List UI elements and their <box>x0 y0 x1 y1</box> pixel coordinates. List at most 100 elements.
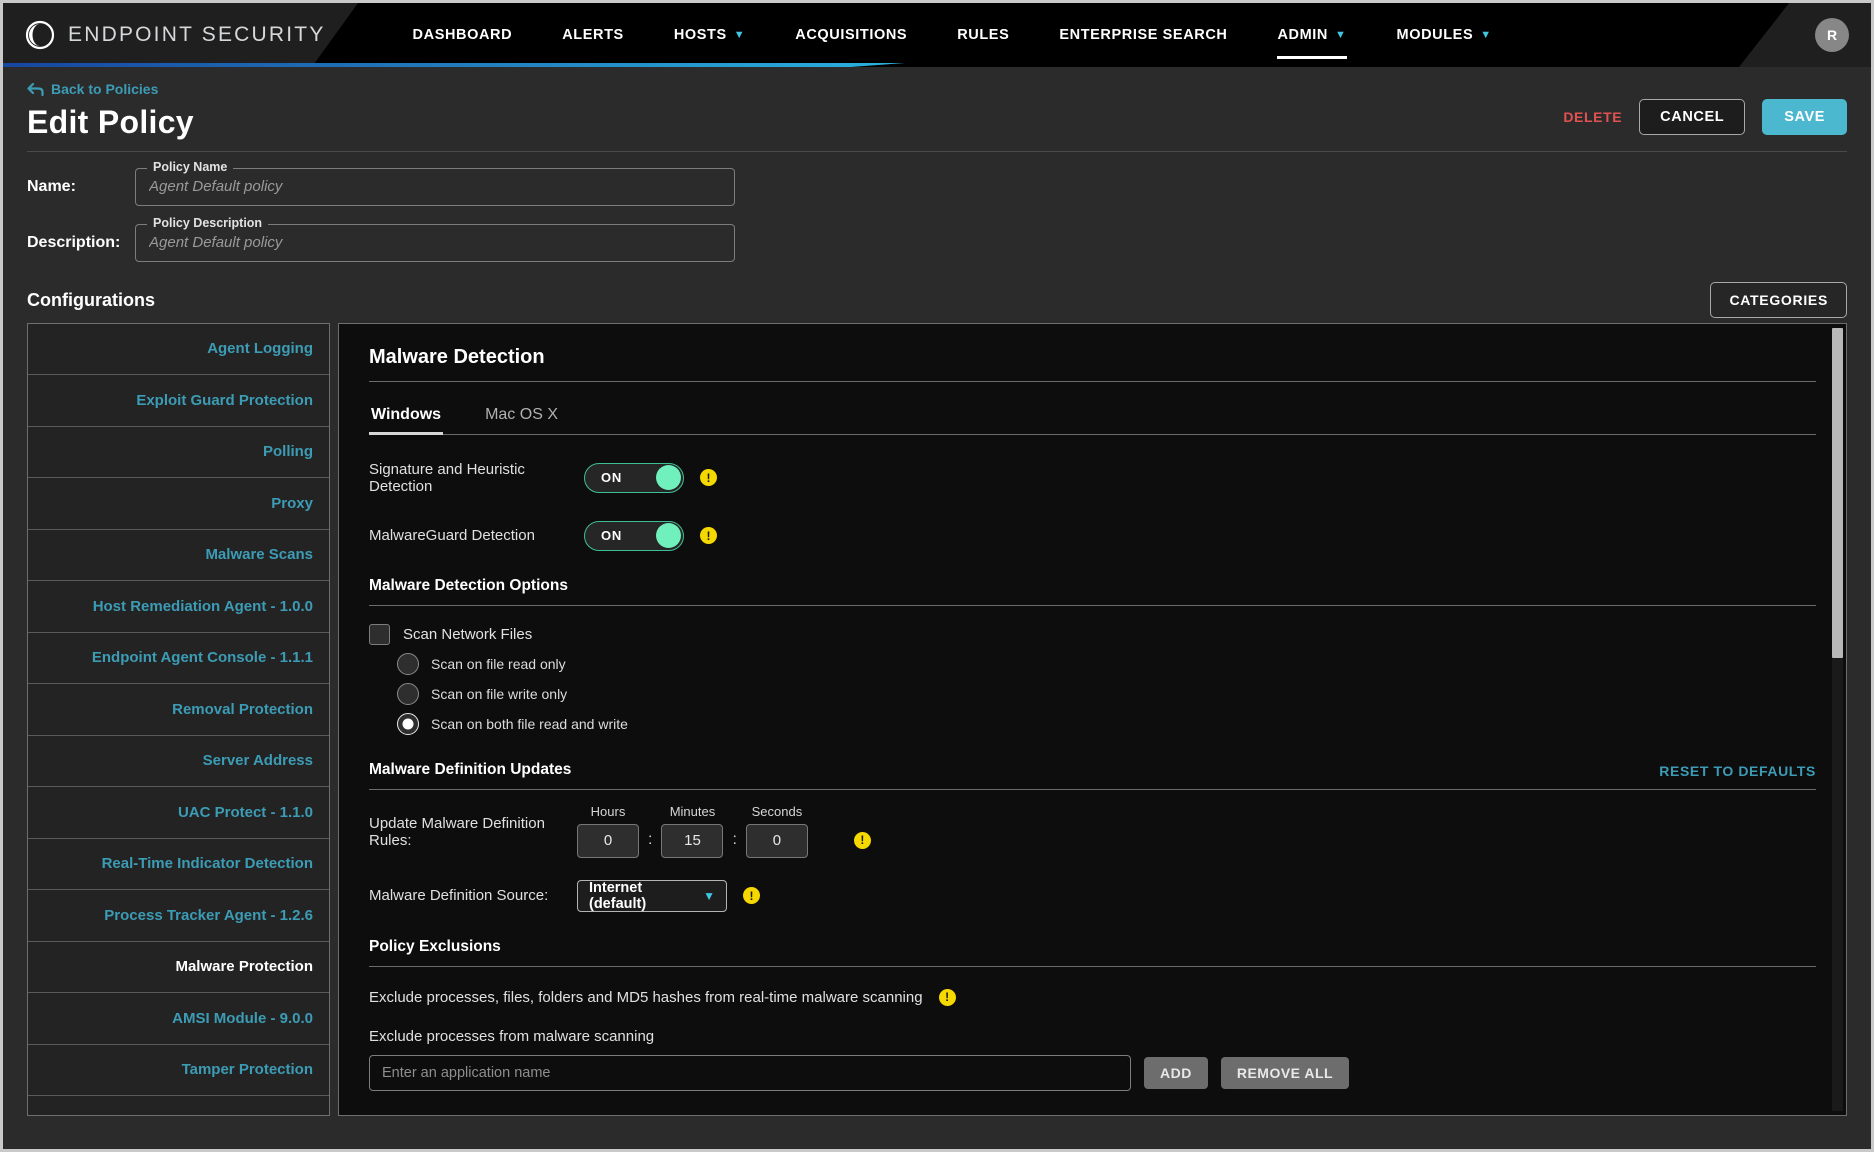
page-header: Back to Policies Edit Policy DELETE CANC… <box>3 67 1871 141</box>
nav-item-dashboard[interactable]: DASHBOARD <box>388 3 538 67</box>
nav-item-alerts[interactable]: ALERTS <box>537 3 649 67</box>
warning-icon[interactable]: ! <box>853 831 871 849</box>
time-separator: : <box>648 830 653 848</box>
hours-column: Hours <box>577 804 639 858</box>
time-separator: : <box>732 830 737 848</box>
sidebar-item-polling[interactable]: Polling <box>28 426 329 478</box>
warning-icon[interactable]: ! <box>700 469 717 486</box>
policy-name-fieldset: Policy Name <box>135 159 735 206</box>
nav-item-label: DASHBOARD <box>412 27 513 43</box>
tab-windows[interactable]: Windows <box>369 400 463 435</box>
sidebar-item-proxy[interactable]: Proxy <box>28 478 329 530</box>
update-definition-rules-row: Update Malware Definition Rules: Hours :… <box>369 804 1816 858</box>
nav-item-modules[interactable]: MODULES ▼ <box>1372 3 1517 67</box>
signature-heuristic-detection-label: Signature and Heuristic Detection <box>369 460 525 495</box>
warning-icon[interactable]: ! <box>700 527 717 544</box>
malware-detection-panel: Malware Detection Windows Mac OS X Signa… <box>338 322 1847 1116</box>
sidebar-item-label: Malware Scans <box>205 546 313 564</box>
sidebar-item-process-tracker-agent[interactable]: Process Tracker Agent - 1.2.6 <box>28 890 329 942</box>
sidebar-item-label: Host Remediation Agent - 1.0.0 <box>92 597 313 615</box>
scan-on-both-read-write-radio[interactable] <box>397 712 419 735</box>
sidebar-item-label: UAC Protect - 1.1.0 <box>177 803 313 821</box>
malwareguard-detection-row: MalwareGuard Detection ON ! <box>369 520 1816 551</box>
policy-description-input[interactable] <box>149 234 721 251</box>
categories-button[interactable]: CATEGORIES <box>1710 281 1847 318</box>
sidebar-item-label: Process Tracker Agent - 1.2.6 <box>104 906 313 924</box>
seconds-column: Seconds <box>745 804 808 858</box>
warning-icon[interactable]: ! <box>743 887 760 904</box>
cancel-button[interactable]: CANCEL <box>1639 99 1746 135</box>
configurations-list[interactable]: Agent Logging Exploit Guard Protection P… <box>27 322 330 1116</box>
nav-items: DASHBOARD ALERTS HOSTS ▼ ACQUISITIONS RUL… <box>388 3 1517 67</box>
sidebar-item-label: Exploit Guard Protection <box>136 391 313 409</box>
update-definition-rules-label: Update Malware Definition Rules: <box>369 814 545 849</box>
sidebar-item-endpoint-agent-console[interactable]: Endpoint Agent Console - 1.1.1 <box>28 632 329 684</box>
sidebar-item-host-remediation-agent[interactable]: Host Remediation Agent - 1.0.0 <box>28 581 329 633</box>
chevron-down-icon: ▼ <box>703 888 715 903</box>
malwareguard-detection-toggle[interactable]: ON <box>584 520 684 551</box>
nav-item-enterprise-search[interactable]: ENTERPRISE SEARCH <box>1034 3 1252 67</box>
scan-on-file-read-only-radio[interactable] <box>397 652 419 675</box>
save-button[interactable]: SAVE <box>1762 99 1847 135</box>
chevron-down-icon: ▼ <box>1480 28 1492 41</box>
malware-definition-source-label: Malware Definition Source: <box>369 887 549 904</box>
toggle-knob <box>656 465 681 490</box>
sidebar-item-label: Server Address <box>202 752 313 770</box>
sidebar-item-amsi-module[interactable]: AMSI Module - 9.0.0 <box>28 993 329 1045</box>
signature-heuristic-detection-toggle[interactable]: ON <box>584 462 684 493</box>
malware-definition-source-select[interactable]: Internet (default) ▼ <box>577 879 727 912</box>
sidebar-item-server-address[interactable]: Server Address <box>28 735 329 787</box>
nav-item-label: ACQUISITIONS <box>795 27 908 43</box>
sidebar-item-real-time-indicator-detection[interactable]: Real-Time Indicator Detection <box>28 838 329 890</box>
policy-name-input[interactable] <box>149 178 721 195</box>
brand[interactable]: ENDPOINT SECURITY <box>25 20 326 50</box>
sidebar-item-exploit-guard-protection[interactable]: Exploit Guard Protection <box>28 375 329 427</box>
scan-on-file-write-only-radio[interactable] <box>397 682 419 705</box>
nav-item-admin[interactable]: ADMIN ▼ <box>1252 3 1371 67</box>
nav-right-shape <box>1739 3 1871 67</box>
scan-on-file-write-only-row: Scan on file write only <box>397 682 1816 705</box>
panel-scrollbar[interactable] <box>1832 327 1843 1111</box>
scan-network-files-checkbox[interactable] <box>369 623 390 645</box>
nav-item-acquisitions[interactable]: ACQUISITIONS <box>770 3 932 67</box>
warning-icon[interactable]: ! <box>938 988 956 1006</box>
sidebar-item-malware-scans[interactable]: Malware Scans <box>28 529 329 581</box>
policy-description-legend: Policy Description <box>147 215 269 230</box>
hours-input[interactable] <box>577 823 639 858</box>
sidebar-item-malware-protection[interactable]: Malware Protection <box>28 941 329 993</box>
avatar[interactable]: R <box>1815 18 1849 52</box>
nav-item-rules[interactable]: RULES <box>932 3 1034 67</box>
nav-item-hosts[interactable]: HOSTS ▼ <box>649 3 770 67</box>
minutes-input[interactable] <box>661 823 724 858</box>
add-button[interactable]: ADD <box>1144 1056 1208 1089</box>
seconds-input[interactable] <box>745 823 808 858</box>
shield-logo-icon <box>25 20 55 50</box>
sidebar-item-removal-protection[interactable]: Removal Protection <box>28 684 329 736</box>
tab-mac-os-x[interactable]: Mac OS X <box>483 400 580 434</box>
back-to-policies-link[interactable]: Back to Policies <box>27 81 158 97</box>
sidebar-item-agent-logging[interactable]: Agent Logging <box>28 323 329 375</box>
section-title: Malware Detection Options <box>369 576 568 594</box>
panel-scrollbar-thumb[interactable] <box>1832 327 1843 658</box>
malware-definition-updates-header: Malware Definition Updates RESET TO DEFA… <box>369 761 1816 790</box>
exclude-processes-input[interactable] <box>369 1054 1131 1091</box>
header-actions: DELETE CANCEL SAVE <box>1563 99 1847 135</box>
exclude-processes-label: Exclude processes from malware scanning <box>369 1027 655 1045</box>
remove-all-button[interactable]: REMOVE ALL <box>1220 1056 1350 1089</box>
nav-item-label: ENTERPRISE SEARCH <box>1059 27 1228 43</box>
app-window: ENDPOINT SECURITY DASHBOARD ALERTS HOSTS… <box>0 0 1874 1152</box>
top-navigation-bar: ENDPOINT SECURITY DASHBOARD ALERTS HOSTS… <box>3 3 1871 67</box>
policy-name-label: Name: <box>27 177 76 195</box>
reset-to-defaults-link[interactable]: RESET TO DEFAULTS <box>1659 763 1816 779</box>
policy-exclusions-note: Exclude processes, files, folders and MD… <box>369 988 923 1006</box>
scan-network-files-label: Scan Network Files <box>403 625 533 643</box>
radio-label: Scan on file write only <box>431 685 568 702</box>
delete-button[interactable]: DELETE <box>1563 109 1622 125</box>
nav-item-label: ALERTS <box>562 27 624 43</box>
sidebar-item-uac-protect[interactable]: UAC Protect - 1.1.0 <box>28 787 329 839</box>
sidebar-item-partial[interactable] <box>28 1096 329 1115</box>
sidebar-item-tamper-protection[interactable]: Tamper Protection <box>28 1044 329 1096</box>
hours-label: Hours <box>590 803 626 819</box>
sidebar-item-label: Malware Protection <box>175 958 313 976</box>
scan-on-file-read-only-row: Scan on file read only <box>397 652 1816 675</box>
